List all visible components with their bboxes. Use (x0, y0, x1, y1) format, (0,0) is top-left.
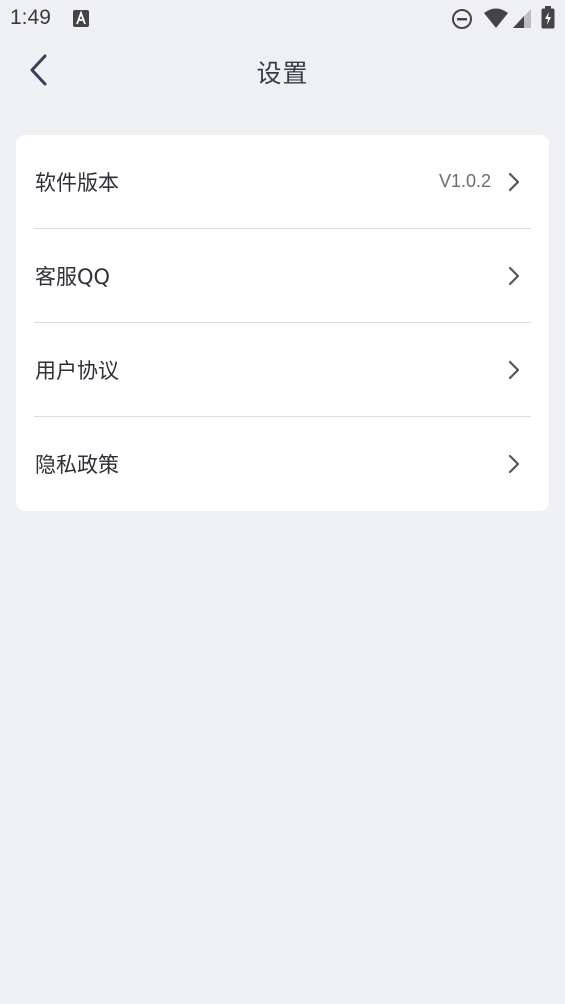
settings-item-label: 隐私政策 (35, 453, 119, 477)
battery-charging-icon (541, 6, 555, 29)
cell-signal-icon (513, 9, 531, 28)
settings-item-label: 用户协议 (35, 358, 119, 383)
chevron-right-icon (508, 454, 520, 474)
chevron-right-icon (508, 172, 520, 192)
app-header: 设置 (0, 38, 565, 106)
version-value: V1.0.2 (438, 171, 491, 191)
settings-item-label: 软件版本 (35, 170, 119, 195)
settings-item-customer-service-qq[interactable]: 客服QQ (34, 229, 531, 323)
settings-card: 软件版本 V1.0.2 客服QQ 用户协议 隐私政策 (16, 135, 549, 511)
settings-item-label: 客服QQ (35, 264, 111, 289)
settings-item-user-agreement[interactable]: 用户协议 (34, 323, 531, 417)
wifi-icon (484, 8, 508, 28)
do-not-disturb-icon (452, 9, 472, 29)
chevron-right-icon (508, 266, 520, 286)
page-title: 设置 (256, 59, 309, 88)
status-time: 1:49 (10, 6, 51, 29)
status-bar: 1:49 (0, 0, 565, 38)
chevron-right-icon (508, 360, 520, 380)
text-a-icon (73, 10, 89, 27)
settings-item-software-version[interactable]: 软件版本 V1.0.2 (34, 135, 531, 229)
settings-item-privacy-policy[interactable]: 隐私政策 (34, 417, 531, 511)
